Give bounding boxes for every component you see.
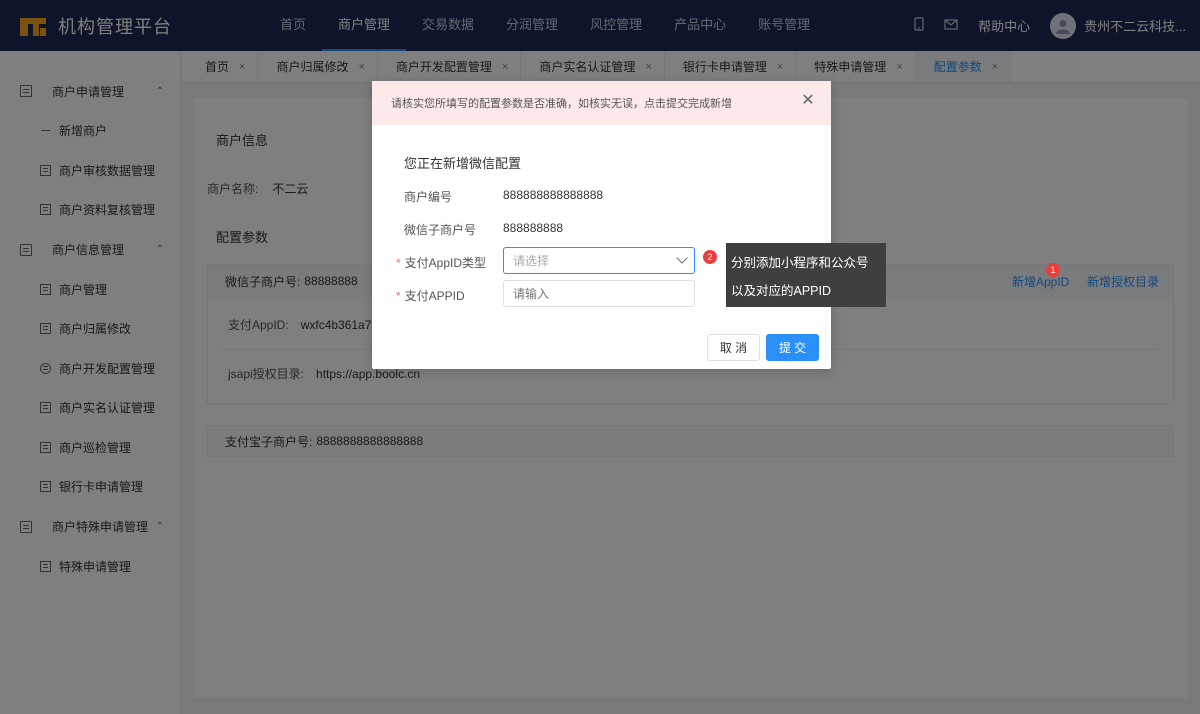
merchant-no-value: 888888888888888: [503, 188, 604, 202]
chevron-down-icon: [676, 252, 688, 264]
annotation-badge-1: 1: [1046, 263, 1060, 277]
wechat-sub-merchant-value: 888888888: [503, 221, 564, 235]
appid-label: * 支付APPID: [396, 289, 465, 303]
tooltip-line-2: 以及对应的APPID: [731, 284, 832, 298]
appid-type-select[interactable]: 请选择: [503, 247, 695, 274]
tooltip-line-1: 分别添加小程序和公众号: [731, 256, 869, 270]
appid-type-placeholder: 请选择: [513, 254, 550, 268]
wechat-sub-merchant-label: 微信子商户号: [404, 223, 477, 237]
annotation-badge-2: 2: [703, 250, 717, 264]
close-icon[interactable]: ✕: [801, 93, 815, 109]
submit-button[interactable]: 提 交: [766, 334, 819, 361]
appid-input[interactable]: [503, 280, 695, 307]
appid-type-label: * 支付AppID类型: [396, 256, 487, 270]
modal-alert: 请核实您所填写的配置参数是否准确，如核实无误，点击提交完成新增 ✕: [372, 81, 831, 125]
modal-alert-text: 请核实您所填写的配置参数是否准确，如核实无误，点击提交完成新增: [391, 98, 732, 110]
annotation-tooltip: 分别添加小程序和公众号 以及对应的APPID: [726, 243, 886, 307]
modal-heading: 您正在新增微信配置: [404, 156, 522, 171]
add-wechat-config-dialog: 请核实您所填写的配置参数是否准确，如核实无误，点击提交完成新增 ✕ 您正在新增微…: [372, 81, 831, 369]
merchant-no-label: 商户编号: [404, 190, 453, 204]
cancel-button[interactable]: 取 消: [707, 334, 760, 361]
